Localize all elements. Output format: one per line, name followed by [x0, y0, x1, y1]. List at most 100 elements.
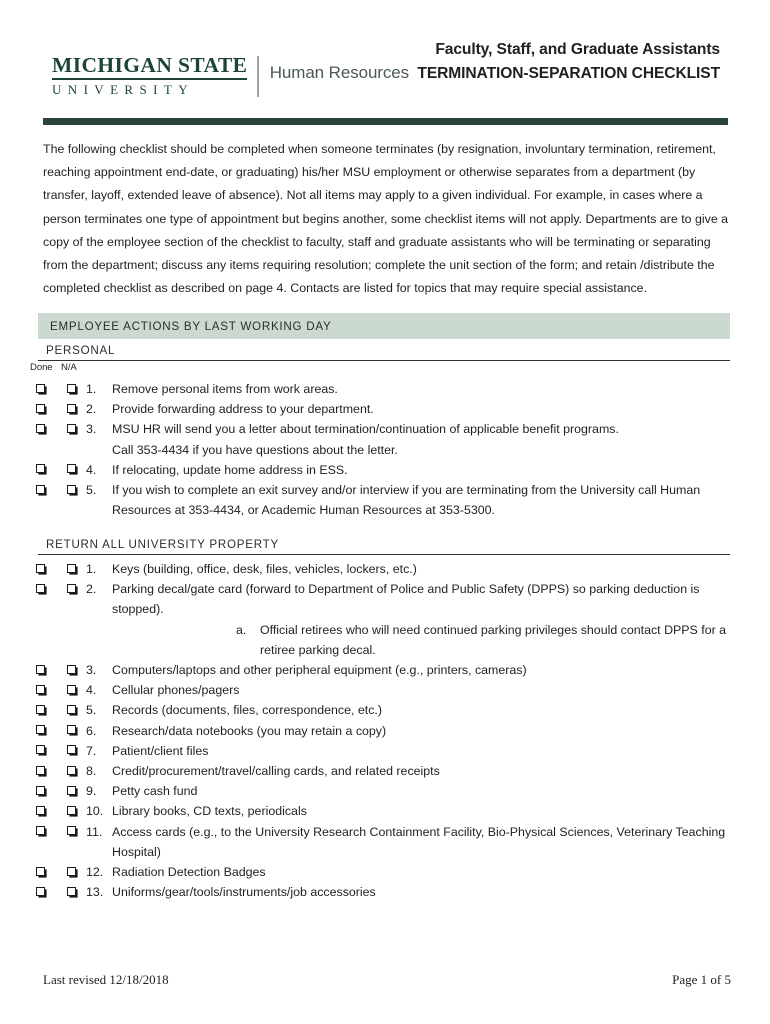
checklist-item-number: 4. [86, 683, 97, 698]
section-header-employee-actions: EMPLOYEE ACTIONS BY LAST WORKING DAY [38, 313, 730, 339]
checklist-item-text: Keys (building, office, desk, files, veh… [112, 562, 417, 576]
subsection-title: RETURN ALL UNIVERSITY PROPERTY [38, 538, 730, 555]
checkbox-na[interactable] [67, 403, 76, 413]
document-page: MICHIGAN STATE UNIVERSITY Human Resource… [0, 0, 770, 1024]
checklist-item-text: Remove personal items from work areas. [112, 382, 338, 396]
checklist-item: 4. If relocating, update home address in … [36, 460, 730, 480]
checkbox-done[interactable] [36, 684, 45, 694]
checkbox-done[interactable] [36, 745, 45, 755]
checklist-item-text: MSU HR will send you a letter about term… [112, 422, 619, 437]
checklist-subitem-letter: a. [236, 622, 247, 637]
msu-logo: MICHIGAN STATE UNIVERSITY Human Resource… [52, 54, 409, 100]
checkbox-done[interactable] [36, 403, 45, 413]
msu-wordmark-line2: UNIVERSITY [52, 81, 194, 97]
checkbox-done[interactable] [36, 383, 45, 393]
document-title-block: Faculty, Staff, and Graduate Assistants … [417, 38, 720, 86]
column-headers: Done N/A [30, 362, 730, 375]
checklist-item-text: Library books, CD texts, periodicals [112, 804, 307, 819]
checklist-items: 1. Keys (building, office, desk, files, v… [36, 559, 730, 902]
section-header-label: EMPLOYEE ACTIONS BY LAST WORKING DAY [50, 319, 332, 333]
checklist-item-number: 6. [86, 723, 97, 738]
checklist-item-number: 2. [86, 582, 97, 597]
checklist-subitem-text: Official retirees who will need continue… [260, 622, 727, 657]
footer-page-number: Page 1 of 5 [672, 972, 731, 987]
checklist-item-number: 5. [86, 483, 97, 498]
checkbox-done[interactable] [36, 805, 45, 815]
checklist-item: 6. Research/data notebooks (you may retai… [36, 721, 730, 741]
checklist-item: 2. Provide forwarding address to your dep… [36, 399, 730, 419]
checklist-item: 8. Credit/procurement/travel/calling card… [36, 761, 730, 781]
checklist-item-text: Provide forwarding address to your depar… [112, 402, 374, 417]
checklist-item-text: If relocating, update home address in ES… [112, 462, 348, 477]
checklist-item-text: Radiation Detection Badges [112, 865, 266, 880]
checklist-item: 1. Remove personal items from work areas. [36, 379, 730, 399]
checkbox-done[interactable] [36, 866, 45, 876]
checklist-item-number: 8. [86, 764, 97, 779]
checkbox-done[interactable] [36, 664, 45, 674]
checklist-item-number: 4. [86, 462, 97, 477]
checkbox-na[interactable] [67, 826, 76, 836]
checkbox-na[interactable] [67, 866, 76, 876]
checkbox-na[interactable] [67, 664, 76, 674]
checklist-item-text: Access cards (e.g., to the University Re… [112, 824, 726, 859]
checkbox-na[interactable] [67, 583, 76, 593]
checklist-subsection: PERSONAL Done N/A 1. Remove personal items f… [30, 344, 730, 520]
checkbox-done[interactable] [36, 423, 45, 433]
checklist-item-number: 3. [86, 422, 97, 437]
checklist-item: 10. Library books, CD texts, periodicals [36, 801, 730, 821]
checkbox-na[interactable] [67, 383, 76, 393]
subsection-title: PERSONAL [38, 344, 730, 361]
intro-paragraph: The following checklist should be comple… [43, 142, 729, 296]
footer-revised-date: Last revised 12/18/2018 [43, 972, 169, 987]
checklist-item: 3. Computers/laptops and other peripheral… [36, 660, 730, 680]
checklist-item: 11. Access cards (e.g., to the University… [36, 822, 730, 862]
checklist-item: 1. Keys (building, office, desk, files, v… [36, 559, 730, 579]
checkbox-na[interactable] [67, 886, 76, 896]
checkbox-na[interactable] [67, 765, 76, 775]
page-title: TERMINATION-SEPARATION CHECKLIST [417, 65, 720, 83]
checklist-item-text: Credit/procurement/travel/calling cards,… [112, 764, 440, 779]
checkbox-done[interactable] [36, 725, 45, 735]
checkbox-done[interactable] [36, 704, 45, 714]
document-footer: Last revised 12/18/2018 Page 1 of 5 [43, 972, 731, 988]
checkbox-na[interactable] [67, 805, 76, 815]
checkbox-na[interactable] [67, 423, 76, 433]
checkbox-na[interactable] [67, 684, 76, 694]
header-divider-rule [43, 118, 728, 125]
checklist-item: 2. Parking decal/gate card (forward to De… [36, 579, 730, 660]
checklist-item-number: 12. [86, 865, 104, 880]
checkbox-done[interactable] [36, 886, 45, 896]
checkbox-na[interactable] [67, 704, 76, 714]
checklist-item-number: 2. [86, 402, 97, 417]
checklist-subsection: RETURN ALL UNIVERSITY PROPERTY 1. Keys (bu… [36, 538, 730, 902]
checkbox-na[interactable] [67, 725, 76, 735]
checkbox-done[interactable] [36, 563, 45, 573]
msu-wordmark: MICHIGAN STATE UNIVERSITY [52, 54, 257, 100]
checklist-item-text: Computers/laptops and other peripheral e… [112, 663, 527, 678]
checklist-item-text: Patient/client files [112, 743, 209, 758]
checklist-item: 5. Records (documents, files, corresponde… [36, 700, 730, 720]
checkbox-na[interactable] [67, 563, 76, 573]
checkbox-done[interactable] [36, 583, 45, 593]
checkbox-na[interactable] [67, 484, 76, 494]
checklist-item-text: Cellular phones/pagers [112, 683, 240, 698]
checklist-item-text: Parking decal/gate card (forward to Depa… [112, 582, 700, 617]
checklist-item-continuation: Call 353-4434 if you have questions abou… [112, 442, 398, 457]
checkbox-done[interactable] [36, 765, 45, 775]
checkbox-na[interactable] [67, 785, 76, 795]
checklist-item: 3. MSU HR will send you a letter about te… [36, 419, 730, 459]
checkbox-done[interactable] [36, 826, 45, 836]
column-header-na: N/A [61, 362, 77, 373]
checkbox-na[interactable] [67, 464, 76, 474]
checklist-item: 7. Patient/client files [36, 741, 730, 761]
checklist-item-number: 1. [86, 382, 97, 396]
checkbox-na[interactable] [67, 745, 76, 755]
checklist-item: 13. Uniforms/gear/tools/instruments/job a… [36, 882, 730, 902]
checklist-item-number: 10. [86, 804, 104, 819]
checklist-item-number: 5. [86, 703, 97, 718]
checklist-item: 9. Petty cash fund [36, 781, 730, 801]
checkbox-done[interactable] [36, 464, 45, 474]
checklist-item-number: 3. [86, 663, 97, 678]
checkbox-done[interactable] [36, 484, 45, 494]
checkbox-done[interactable] [36, 785, 45, 795]
